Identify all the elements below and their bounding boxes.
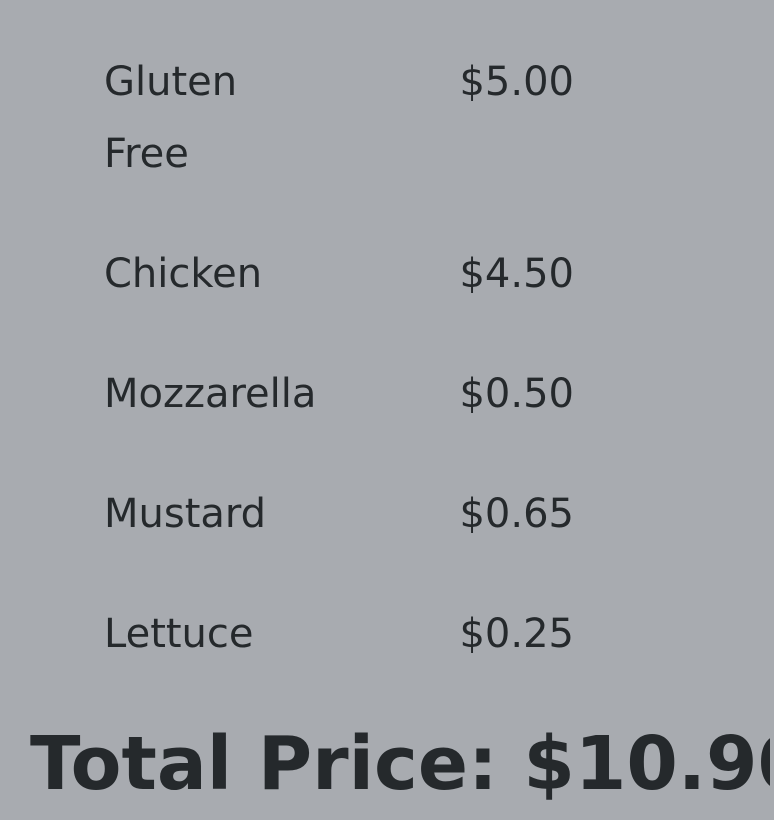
item-price: $5.00 xyxy=(459,59,574,105)
item-name: Mustard xyxy=(104,491,267,537)
line-item: Mustard $0.65 xyxy=(104,478,574,550)
item-name: Mozzarella xyxy=(104,371,317,417)
line-item: Mozzarella $0.50 xyxy=(104,358,574,430)
line-items-list: Gluten Free $5.00 Chicken $4.50 Mozzarel… xyxy=(104,46,574,670)
order-summary: Gluten Free $5.00 Chicken $4.50 Mozzarel… xyxy=(0,0,774,820)
item-price: $0.65 xyxy=(459,491,574,537)
item-price: $0.50 xyxy=(459,371,574,417)
item-price: $0.25 xyxy=(459,611,574,657)
line-item: Gluten Free $5.00 xyxy=(104,46,574,190)
item-name: Gluten Free xyxy=(104,59,238,177)
line-item: Chicken $4.50 xyxy=(104,238,574,310)
item-name: Lettuce xyxy=(104,611,254,657)
item-price: $4.50 xyxy=(459,251,574,297)
item-name: Chicken xyxy=(104,251,263,297)
line-item: Lettuce $0.25 xyxy=(104,598,574,670)
total-price: Total Price: $10.90 xyxy=(30,721,770,807)
